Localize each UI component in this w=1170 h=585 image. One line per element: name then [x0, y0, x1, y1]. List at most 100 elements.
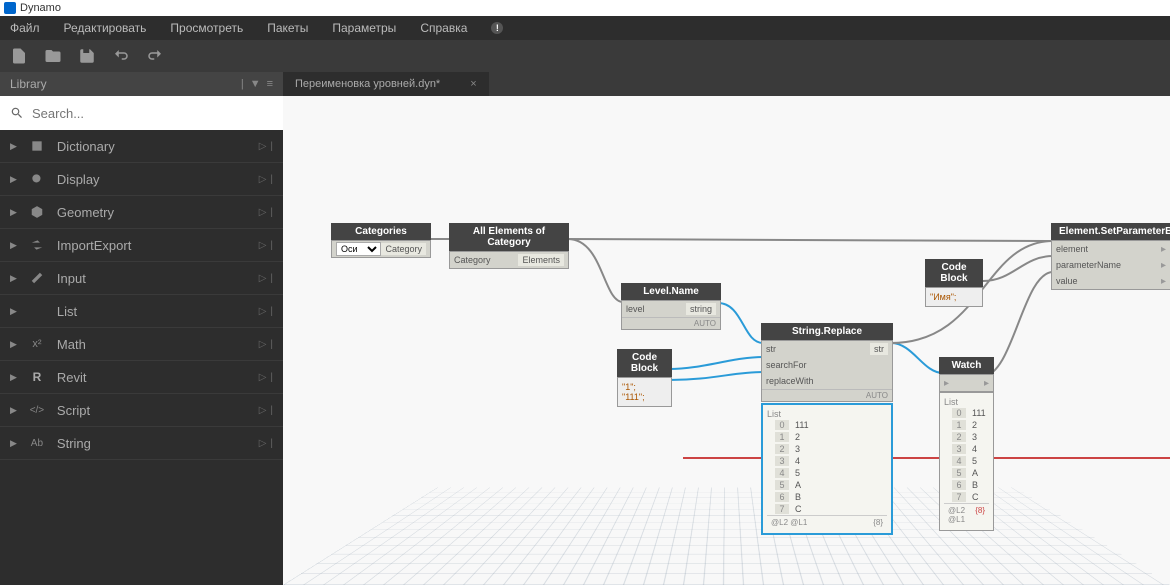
list-label: List	[944, 397, 989, 407]
list-item: 6B	[944, 479, 989, 491]
menu-view[interactable]: Просмотреть	[170, 21, 243, 35]
input-port-value[interactable]: value	[1056, 276, 1078, 286]
math-icon: x²	[29, 338, 45, 350]
display-icon	[30, 172, 44, 186]
sidebar-item-label: Script	[57, 403, 90, 418]
menu-help[interactable]: Справка	[420, 21, 467, 35]
search-row	[0, 96, 283, 130]
sidebar-item-geometry[interactable]: ▶ Geometry ▷|	[0, 196, 283, 229]
menu-edit[interactable]: Редактировать	[64, 21, 147, 35]
chevron-right-icon: ▶	[10, 438, 17, 449]
output-port[interactable]: ▸	[984, 378, 989, 389]
sidebar-item-display[interactable]: ▶ Display ▷|	[0, 163, 283, 196]
node-title: String.Replace	[761, 323, 893, 340]
node-output-panel[interactable]: List 0111122334455A6B7C @L2 @L1 {8}	[761, 403, 893, 535]
sidebar-item-label: Dictionary	[57, 139, 115, 154]
chevron-right-icon: ▶	[10, 405, 17, 416]
sidebar-item-label: Geometry	[57, 205, 114, 220]
menu-packages[interactable]: Пакеты	[267, 21, 308, 35]
sidebar-item-string[interactable]: ▶ Ab String ▷|	[0, 427, 283, 460]
input-port[interactable]: level	[626, 304, 645, 314]
sidebar-item-revit[interactable]: ▶ R Revit ▷|	[0, 361, 283, 394]
grid-floor	[283, 488, 1170, 585]
node-categories[interactable]: Categories Оси Category	[331, 223, 431, 258]
sidebar-item-script[interactable]: ▶ </> Script ▷|	[0, 394, 283, 427]
node-level-name[interactable]: Level.Name level string AUTO	[621, 283, 721, 330]
tab-close-icon[interactable]: ×	[470, 78, 476, 90]
sidebar-item-dictionary[interactable]: ▶ Dictionary ▷|	[0, 130, 283, 163]
list-item: 45	[944, 455, 989, 467]
list-item: 34	[767, 455, 887, 467]
output-port[interactable]: str	[870, 343, 888, 355]
list-item: 7C	[944, 491, 989, 503]
lib-list-icon[interactable]: ≡	[267, 78, 273, 90]
sidebar-item-label: Input	[57, 271, 86, 286]
chevron-right-icon: ▶	[10, 339, 17, 350]
library-header: Library | ▼ ≡	[0, 72, 283, 96]
lib-filter-icon[interactable]: ▼	[250, 78, 261, 90]
categories-select[interactable]: Оси	[336, 242, 381, 256]
sidebar-item-label: Math	[57, 337, 86, 352]
output-port[interactable]: string	[686, 303, 716, 315]
chevron-right-icon: ▶	[10, 240, 17, 251]
graph-canvas[interactable]: Categories Оси Category All Elements of …	[283, 96, 1170, 585]
chevron-right-icon: ▶	[10, 141, 17, 152]
list-item: 0111	[944, 407, 989, 419]
node-code-block-1[interactable]: Code Block "1"; "111";	[617, 349, 672, 407]
sidebar-item-input[interactable]: ▶ Input ▷|	[0, 262, 283, 295]
lib-view-icon[interactable]: |	[241, 78, 244, 90]
list-item: 23	[944, 431, 989, 443]
input-port-element[interactable]: element	[1056, 244, 1088, 254]
dictionary-icon	[30, 139, 44, 153]
redo-icon[interactable]	[146, 47, 164, 65]
input-port-paramname[interactable]: parameterName	[1056, 260, 1121, 270]
sidebar-item-math[interactable]: ▶ x² Math ▷|	[0, 328, 283, 361]
output-port[interactable]: Category	[381, 243, 426, 255]
node-watch[interactable]: Watch ▸ ▸ List 0111122334455A6B7C @L2 @L…	[939, 357, 994, 531]
node-string-replace[interactable]: String.Replace str str searchFor replace…	[761, 323, 893, 402]
save-icon[interactable]	[78, 47, 96, 65]
open-file-icon[interactable]	[44, 47, 62, 65]
x-axis	[683, 457, 1170, 459]
document-tab[interactable]: Переименовка уровней.dyn* ×	[283, 72, 489, 96]
code-line: "Имя";	[930, 292, 978, 302]
input-port-str[interactable]: str	[766, 344, 776, 354]
title-bar: Dynamo	[0, 0, 1170, 16]
output-port[interactable]: Elements	[518, 254, 564, 266]
node-code-block-2[interactable]: Code Block "Имя";	[925, 259, 983, 307]
sidebar-item-label: ImportExport	[57, 238, 131, 253]
app-title: Dynamo	[20, 2, 61, 14]
undo-icon[interactable]	[112, 47, 130, 65]
sidebar-item-importexport[interactable]: ▶ ImportExport ▷|	[0, 229, 283, 262]
input-port[interactable]: ▸	[944, 378, 949, 389]
list-item: 6B	[767, 491, 887, 503]
node-all-elements[interactable]: All Elements of Category Category Elemen…	[449, 223, 569, 269]
list-label: List	[767, 409, 887, 419]
notification-icon[interactable]: !	[491, 22, 503, 34]
toolbar	[0, 40, 1170, 72]
node-set-parameter[interactable]: Element.SetParameterB element▸ parameter…	[1051, 223, 1170, 290]
menu-parameters[interactable]: Параметры	[332, 21, 396, 35]
node-title: Watch	[939, 357, 994, 374]
code-line: "111";	[622, 392, 667, 402]
chevron-right-icon: ▶	[10, 372, 17, 383]
sidebar-item-label: List	[57, 304, 77, 319]
node-title: Code Block	[617, 349, 672, 377]
input-port-replacewith[interactable]: replaceWith	[766, 376, 814, 386]
list-item: 45	[767, 467, 887, 479]
input-port[interactable]: Category	[454, 255, 491, 265]
input-icon	[30, 271, 44, 285]
tab-name: Переименовка уровней.dyn*	[295, 78, 440, 90]
menu-file[interactable]: Файл	[10, 21, 40, 35]
script-icon: </>	[29, 405, 45, 416]
chevron-right-icon: ▶	[10, 174, 17, 185]
list-item: 5A	[767, 479, 887, 491]
search-input[interactable]	[32, 106, 273, 121]
node-footer: AUTO	[762, 389, 892, 401]
list-item: 5A	[944, 467, 989, 479]
geometry-icon	[30, 205, 44, 219]
sidebar-item-label: Revit	[57, 370, 87, 385]
sidebar-item-list[interactable]: ▶ List ▷|	[0, 295, 283, 328]
input-port-searchfor[interactable]: searchFor	[766, 360, 807, 370]
new-file-icon[interactable]	[10, 47, 28, 65]
